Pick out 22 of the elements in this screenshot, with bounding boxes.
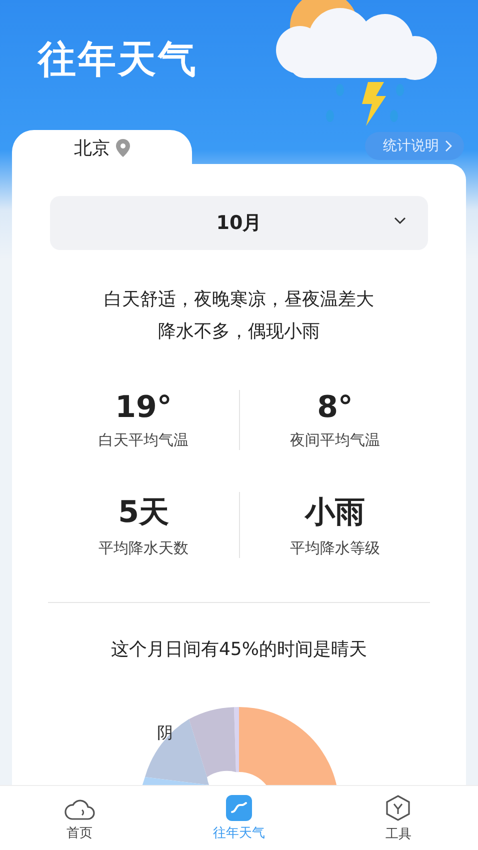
stat-value: 小雨 <box>305 494 365 532</box>
stat-value: 19° <box>115 390 172 425</box>
stat-label: 平均降水天数 <box>98 539 188 558</box>
page-title: 往年天气 <box>38 36 199 83</box>
location-tab[interactable]: 北京 <box>12 130 192 166</box>
stat-label: 平均降水等级 <box>290 539 380 558</box>
chevron-right-icon <box>445 140 452 152</box>
nav-tab[interactable]: 工具 <box>318 786 478 850</box>
chevron-down-icon <box>394 217 406 225</box>
sunny-summary: 这个月日间有45%的时间是晴天 <box>110 638 367 661</box>
month-dropdown[interactable]: 10月 <box>50 196 428 250</box>
stat-label: 夜间平均气温 <box>290 431 380 450</box>
city-name: 北京 <box>74 137 110 160</box>
stat-label: 白天平均气温 <box>98 431 188 450</box>
stat-value: 5天 <box>118 494 169 532</box>
location-pin-icon <box>116 139 130 157</box>
climate-description: 白天舒适，夜晚寒凉，昼夜温差大 <box>104 288 374 312</box>
hexagon-icon <box>384 794 412 822</box>
climate-description: 降水不多，偶现小雨 <box>157 320 321 344</box>
chart-slice-label: 阴 <box>157 723 173 744</box>
stat-value: 8° <box>317 390 353 425</box>
nav-tab[interactable]: 首页 <box>0 786 160 850</box>
